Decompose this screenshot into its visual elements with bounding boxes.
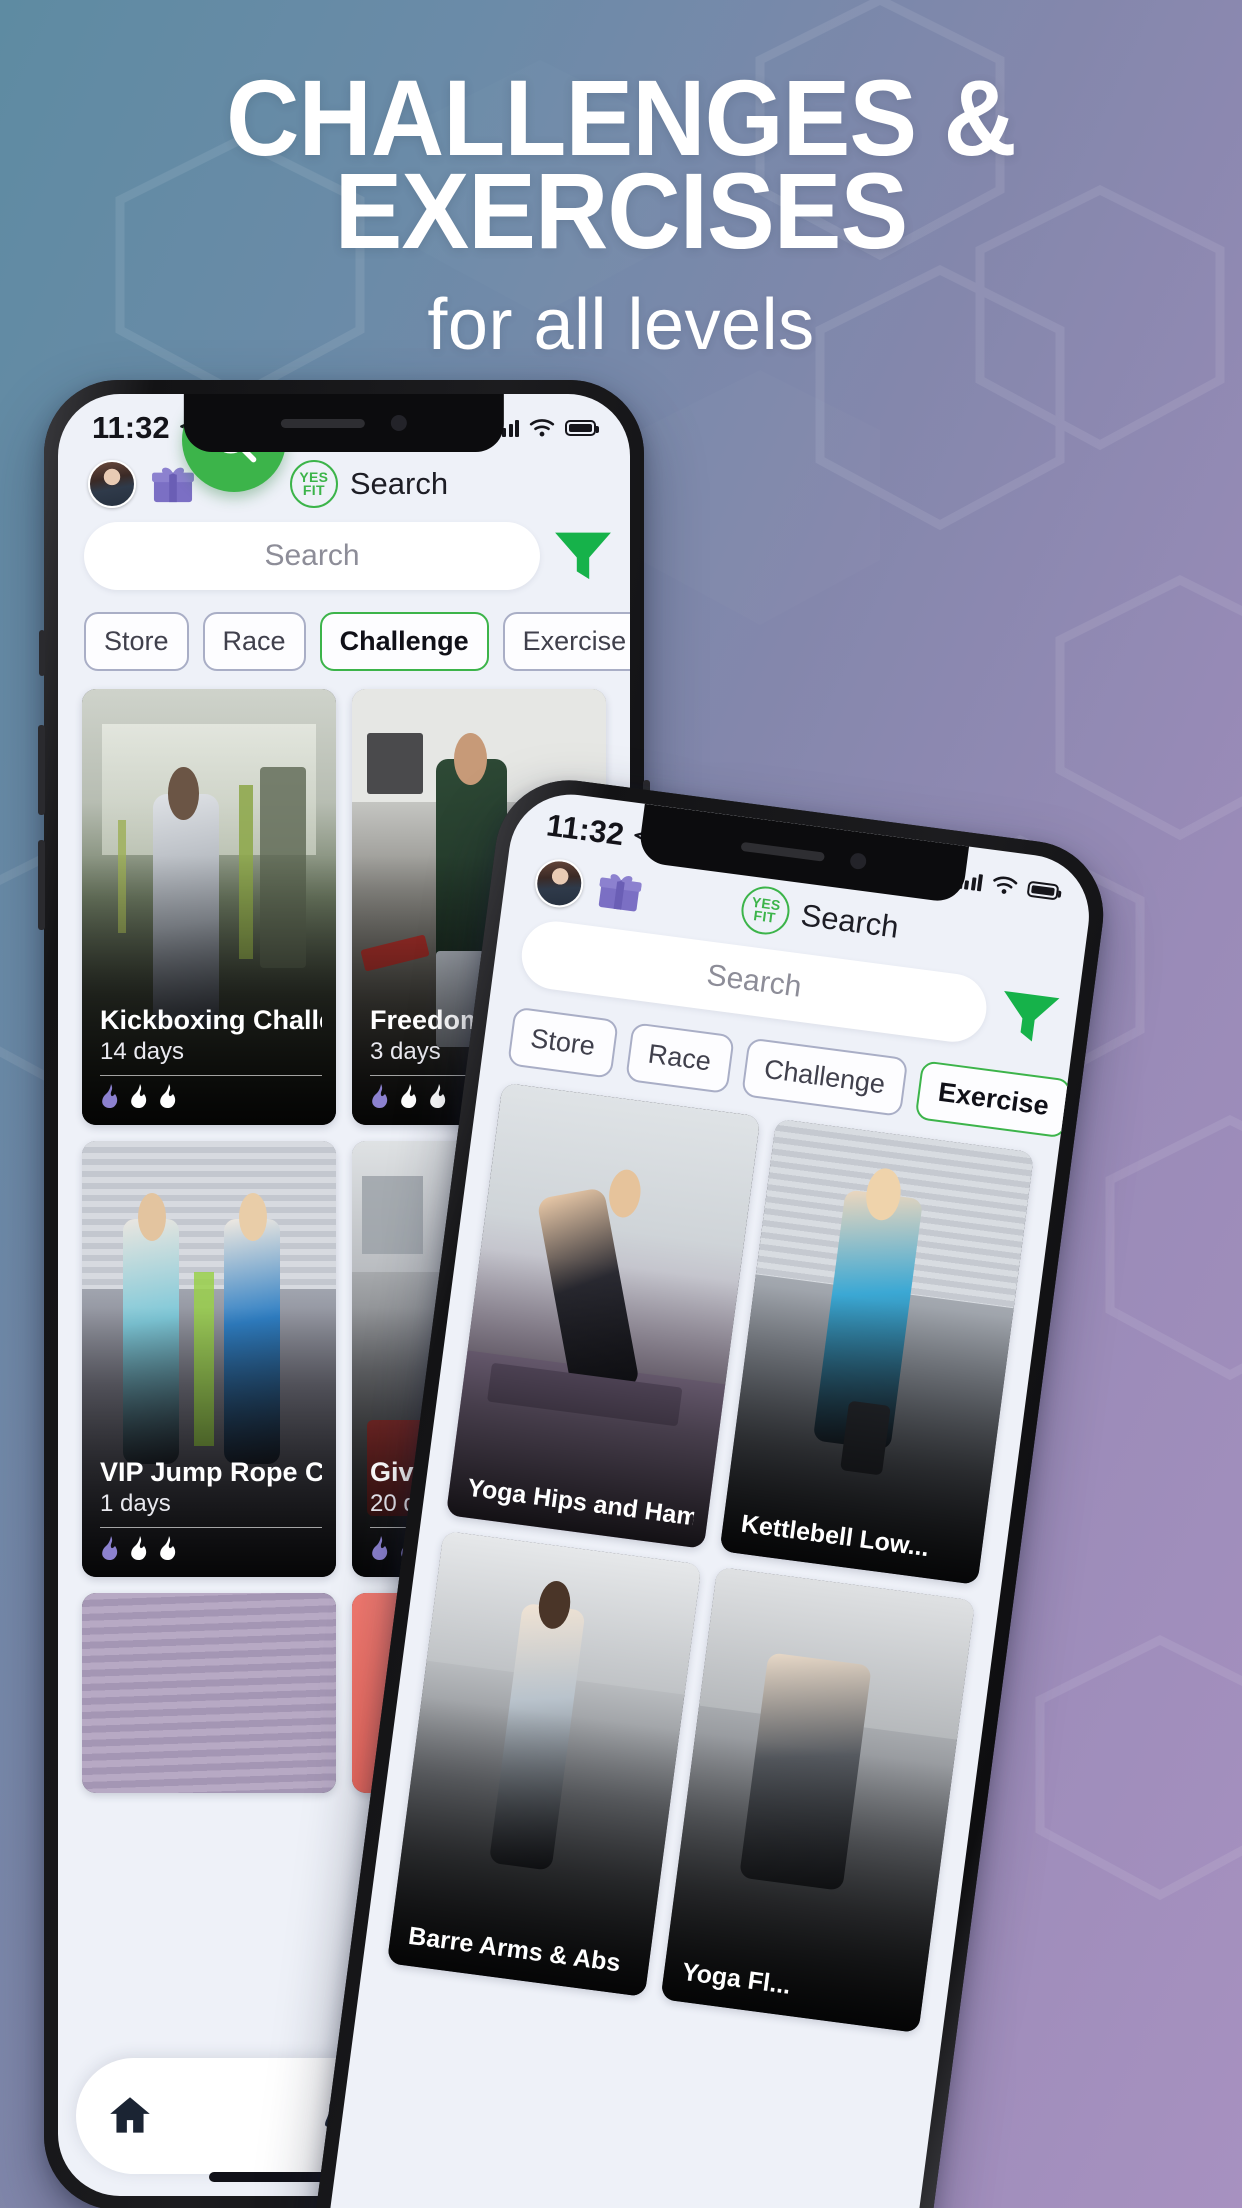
card-title: VIP Jump Rope Challen... (100, 1456, 322, 1487)
battery-full-icon (1026, 880, 1060, 901)
chip-race[interactable]: Race (202, 612, 306, 671)
chip-challenge[interactable]: Challenge (740, 1037, 909, 1117)
exercise-card[interactable]: Yoga Hips and Hamstrin... (445, 1082, 761, 1549)
flame-icon-empty (160, 1536, 176, 1561)
search-row: Search (58, 516, 630, 590)
logo-line-2: FIT (302, 482, 325, 498)
flame-icon-filled (102, 1536, 118, 1561)
flame-icon-filled (372, 1536, 388, 1561)
battery-full-icon (565, 420, 599, 436)
flame-icon-empty (160, 1084, 176, 1109)
flame-icon-empty (401, 1084, 417, 1109)
chip-exercise[interactable]: Exercise (914, 1060, 1073, 1139)
status-time: 11:32 (92, 410, 170, 445)
challenge-card[interactable]: VIP Jump Rope Challen... 1 days (82, 1141, 336, 1577)
app-header: YES FIT Search (58, 448, 630, 516)
card-divider (100, 1527, 322, 1528)
chip-race[interactable]: Race (624, 1022, 735, 1095)
exercise-card[interactable]: Yoga Fl... (660, 1566, 976, 2034)
challenge-card[interactable] (82, 1593, 336, 1793)
filter-funnel-icon[interactable] (994, 986, 1063, 1049)
flame-icon-empty (430, 1084, 446, 1109)
flame-icon-filled (372, 1084, 388, 1109)
exercise-card-grid: Yoga Hips and Hamstrin... Kettlebell Low… (363, 1080, 1058, 2037)
promo-screenshot: CHALLENGES & EXERCISES for all levels 11… (0, 0, 1242, 2208)
flame-icon-empty (131, 1536, 147, 1561)
flame-icon-filled (102, 1084, 118, 1109)
promo-headline: CHALLENGES & EXERCISES (37, 64, 1204, 271)
search-input[interactable]: Search (84, 522, 540, 590)
phone-volume-up-button (38, 725, 45, 815)
phone-mute-switch (39, 630, 45, 676)
front-camera (848, 852, 867, 871)
search-placeholder: Search (264, 539, 360, 572)
nav-home[interactable] (76, 2091, 183, 2141)
earpiece-speaker (281, 418, 365, 428)
front-camera (391, 415, 407, 431)
filter-chip-row: Store Race Challenge Exercise (58, 590, 630, 689)
promo-text-block: CHALLENGES & EXERCISES for all levels (0, 64, 1242, 366)
search-placeholder: Search (704, 958, 804, 1004)
filter-funnel-icon[interactable] (552, 528, 614, 584)
status-time: 11:32 (544, 807, 626, 853)
avatar[interactable] (88, 460, 136, 508)
earpiece-speaker (740, 841, 825, 862)
card-duration: 14 days (100, 1038, 185, 1065)
wifi-icon (529, 419, 555, 437)
card-divider (100, 1075, 322, 1076)
chip-store[interactable]: Store (84, 612, 189, 671)
phone-notch (183, 394, 505, 452)
challenge-card[interactable]: Kickboxing Challenge 14 days (82, 689, 336, 1125)
card-title: Kickboxing Challenge (100, 1004, 322, 1035)
chip-challenge[interactable]: Challenge (319, 612, 489, 671)
page-title: Search (349, 466, 449, 501)
difficulty-flames (100, 1536, 322, 1563)
yesfit-logo: YES FIT (289, 460, 338, 508)
promo-subheadline: for all levels (427, 284, 815, 365)
chip-exercise[interactable]: Exercise (502, 612, 630, 671)
gift-icon[interactable] (596, 869, 643, 914)
logo-line-2: FIT (752, 907, 777, 926)
page-title: Search (798, 897, 901, 945)
wifi-icon (993, 876, 1018, 894)
difficulty-flames (100, 1084, 322, 1111)
card-duration: 1 days (100, 1490, 171, 1517)
avatar[interactable] (532, 856, 587, 911)
headline-line-2: EXERCISES (334, 149, 909, 271)
yesfit-logo: YES FIT (738, 883, 793, 938)
exercise-card[interactable]: Kettlebell Low... (719, 1118, 1035, 1585)
phone-volume-down-button (38, 840, 45, 930)
card-photo (82, 1593, 336, 1793)
exercise-card[interactable]: Barre Arms & Abs (386, 1530, 702, 1998)
gift-icon[interactable] (152, 464, 194, 504)
flame-icon-empty (131, 1084, 147, 1109)
home-icon (109, 2097, 150, 2133)
chip-store[interactable]: Store (507, 1006, 619, 1079)
